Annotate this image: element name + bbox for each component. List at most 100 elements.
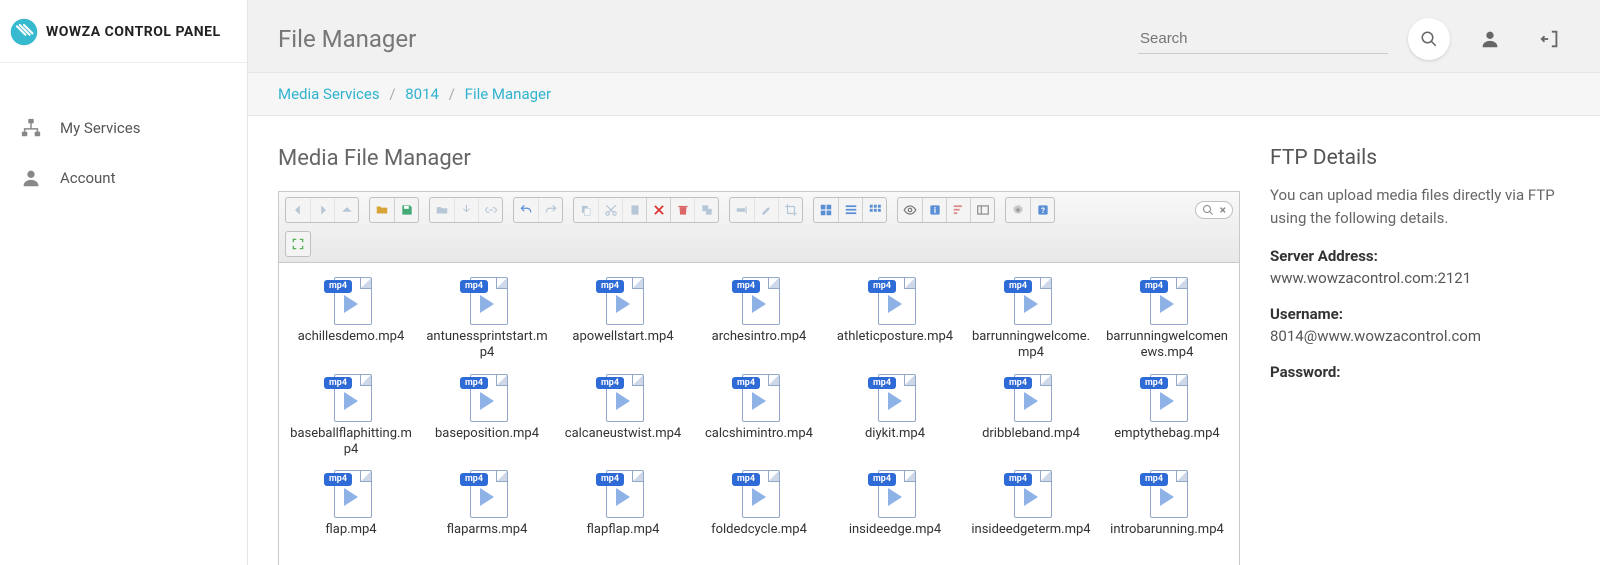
- panel-icon: [976, 203, 990, 217]
- file-item[interactable]: mp4 introbarunning.mp4: [1101, 468, 1233, 544]
- trash-icon: [676, 203, 690, 217]
- file-name: foldedcycle.mp4: [711, 522, 807, 538]
- tb-cut-button[interactable]: [598, 198, 622, 222]
- file-item[interactable]: mp4 apowellstart.mp4: [557, 275, 689, 368]
- file-item[interactable]: mp4 dribbleband.mp4: [965, 372, 1097, 465]
- tb-paste-button[interactable]: [622, 198, 646, 222]
- file-item[interactable]: mp4 achillesdemo.mp4: [285, 275, 417, 368]
- tb-up-button[interactable]: [334, 198, 358, 222]
- tb-redo-button[interactable]: [538, 198, 562, 222]
- breadcrumb-link-media-services[interactable]: Media Services: [278, 85, 380, 103]
- close-icon[interactable]: ×: [1220, 203, 1226, 217]
- tb-download-button[interactable]: [454, 198, 478, 222]
- file-type-badge: mp4: [732, 280, 760, 293]
- file-icon: mp4: [868, 277, 922, 325]
- tb-copy-button[interactable]: [574, 198, 598, 222]
- file-item[interactable]: mp4 athleticposture.mp4: [829, 275, 961, 368]
- file-name: calcaneustwist.mp4: [565, 426, 681, 442]
- tb-undo-button[interactable]: [514, 198, 538, 222]
- file-name: introbarunning.mp4: [1110, 522, 1224, 538]
- tb-places-button[interactable]: [970, 198, 994, 222]
- arrow-right-icon: [316, 203, 330, 217]
- tb-view-icons-button[interactable]: [814, 198, 838, 222]
- breadcrumb-link-file-manager[interactable]: File Manager: [465, 85, 551, 103]
- tb-sort-button[interactable]: [946, 198, 970, 222]
- tb-edit-button[interactable]: [754, 198, 778, 222]
- sidebar-item-account[interactable]: Account: [0, 153, 247, 203]
- file-icon: mp4: [596, 470, 650, 518]
- file-item[interactable]: mp4 foldedcycle.mp4: [693, 468, 825, 544]
- tb-link-button[interactable]: [478, 198, 502, 222]
- search-button[interactable]: [1408, 18, 1450, 60]
- file-name: flap.mp4: [325, 522, 376, 538]
- ftp-server-label: Server Address:: [1270, 247, 1570, 265]
- tb-forward-button[interactable]: [310, 198, 334, 222]
- tb-settings-button[interactable]: [1006, 198, 1030, 222]
- tb-save-button[interactable]: [394, 198, 418, 222]
- person-icon: [20, 167, 42, 189]
- tb-empty-button[interactable]: [670, 198, 694, 222]
- file-icon: mp4: [460, 470, 514, 518]
- file-grid: mp4 achillesdemo.mp4 mp4 antunessprintst…: [285, 275, 1233, 544]
- tb-delete-button[interactable]: [646, 198, 670, 222]
- file-name: antunessprintstart.mp4: [423, 329, 551, 362]
- file-manager-toolbar: i ? ×: [279, 192, 1239, 263]
- ftp-password-label: Password:: [1270, 363, 1570, 381]
- tb-help-button[interactable]: ?: [1030, 198, 1054, 222]
- sitemap-icon: [20, 117, 42, 139]
- logout-button[interactable]: [1530, 19, 1570, 59]
- main-area: File Manager: [248, 0, 1600, 565]
- page-title: File Manager: [278, 25, 416, 53]
- folder-plus-icon: [375, 203, 389, 217]
- tb-open-button[interactable]: [430, 198, 454, 222]
- play-icon: [480, 392, 494, 410]
- file-type-badge: mp4: [732, 377, 760, 390]
- help-icon: ?: [1036, 203, 1050, 217]
- file-name: flaparms.mp4: [447, 522, 528, 538]
- file-icon: mp4: [596, 374, 650, 422]
- file-item[interactable]: mp4 calcaneustwist.mp4: [557, 372, 689, 465]
- tb-rename-button[interactable]: [730, 198, 754, 222]
- file-item[interactable]: mp4 flaparms.mp4: [421, 468, 553, 544]
- file-item[interactable]: mp4 flap.mp4: [285, 468, 417, 544]
- file-item[interactable]: mp4 emptythebag.mp4: [1101, 372, 1233, 465]
- file-item[interactable]: mp4 barrunningwelcomenews.mp4: [1101, 275, 1233, 368]
- file-item[interactable]: mp4 flapflap.mp4: [557, 468, 689, 544]
- tb-view-small-button[interactable]: [862, 198, 886, 222]
- file-type-badge: mp4: [596, 377, 624, 390]
- file-manager-column: Media File Manager: [278, 146, 1240, 565]
- play-icon: [1024, 392, 1038, 410]
- tb-new-folder-button[interactable]: [370, 198, 394, 222]
- play-icon: [480, 295, 494, 313]
- tb-crop-button[interactable]: [778, 198, 802, 222]
- tb-search-pill[interactable]: ×: [1195, 201, 1233, 219]
- grid-small-icon: [868, 203, 882, 217]
- duplicate-icon: [700, 203, 714, 217]
- user-button[interactable]: [1470, 19, 1510, 59]
- search-input[interactable]: [1138, 24, 1388, 54]
- file-item[interactable]: mp4 calcshimintro.mp4: [693, 372, 825, 465]
- tb-info-button[interactable]: i: [922, 198, 946, 222]
- tb-preview-button[interactable]: [898, 198, 922, 222]
- file-item[interactable]: mp4 insideedgeterm.mp4: [965, 468, 1097, 544]
- sidebar-item-my-services[interactable]: My Services: [0, 103, 247, 153]
- play-icon: [888, 392, 902, 410]
- tb-duplicate-button[interactable]: [694, 198, 718, 222]
- list-icon: [844, 203, 858, 217]
- file-item[interactable]: mp4 insideedge.mp4: [829, 468, 961, 544]
- tb-fullscreen-button[interactable]: [286, 232, 310, 256]
- file-item[interactable]: mp4 baseposition.mp4: [421, 372, 553, 465]
- file-item[interactable]: mp4 diykit.mp4: [829, 372, 961, 465]
- file-name: calcshimintro.mp4: [705, 426, 813, 442]
- file-item[interactable]: mp4 barrunningwelcome.mp4: [965, 275, 1097, 368]
- file-name: insideedgeterm.mp4: [971, 522, 1090, 538]
- breadcrumb-link-8014[interactable]: 8014: [405, 85, 439, 103]
- file-item[interactable]: mp4 archesintro.mp4: [693, 275, 825, 368]
- tb-view-list-button[interactable]: [838, 198, 862, 222]
- info-icon: i: [928, 203, 942, 217]
- file-icon: mp4: [732, 277, 786, 325]
- file-item[interactable]: mp4 baseballflaphitting.mp4: [285, 372, 417, 465]
- tb-back-button[interactable]: [286, 198, 310, 222]
- file-type-badge: mp4: [1004, 473, 1032, 486]
- file-item[interactable]: mp4 antunessprintstart.mp4: [421, 275, 553, 368]
